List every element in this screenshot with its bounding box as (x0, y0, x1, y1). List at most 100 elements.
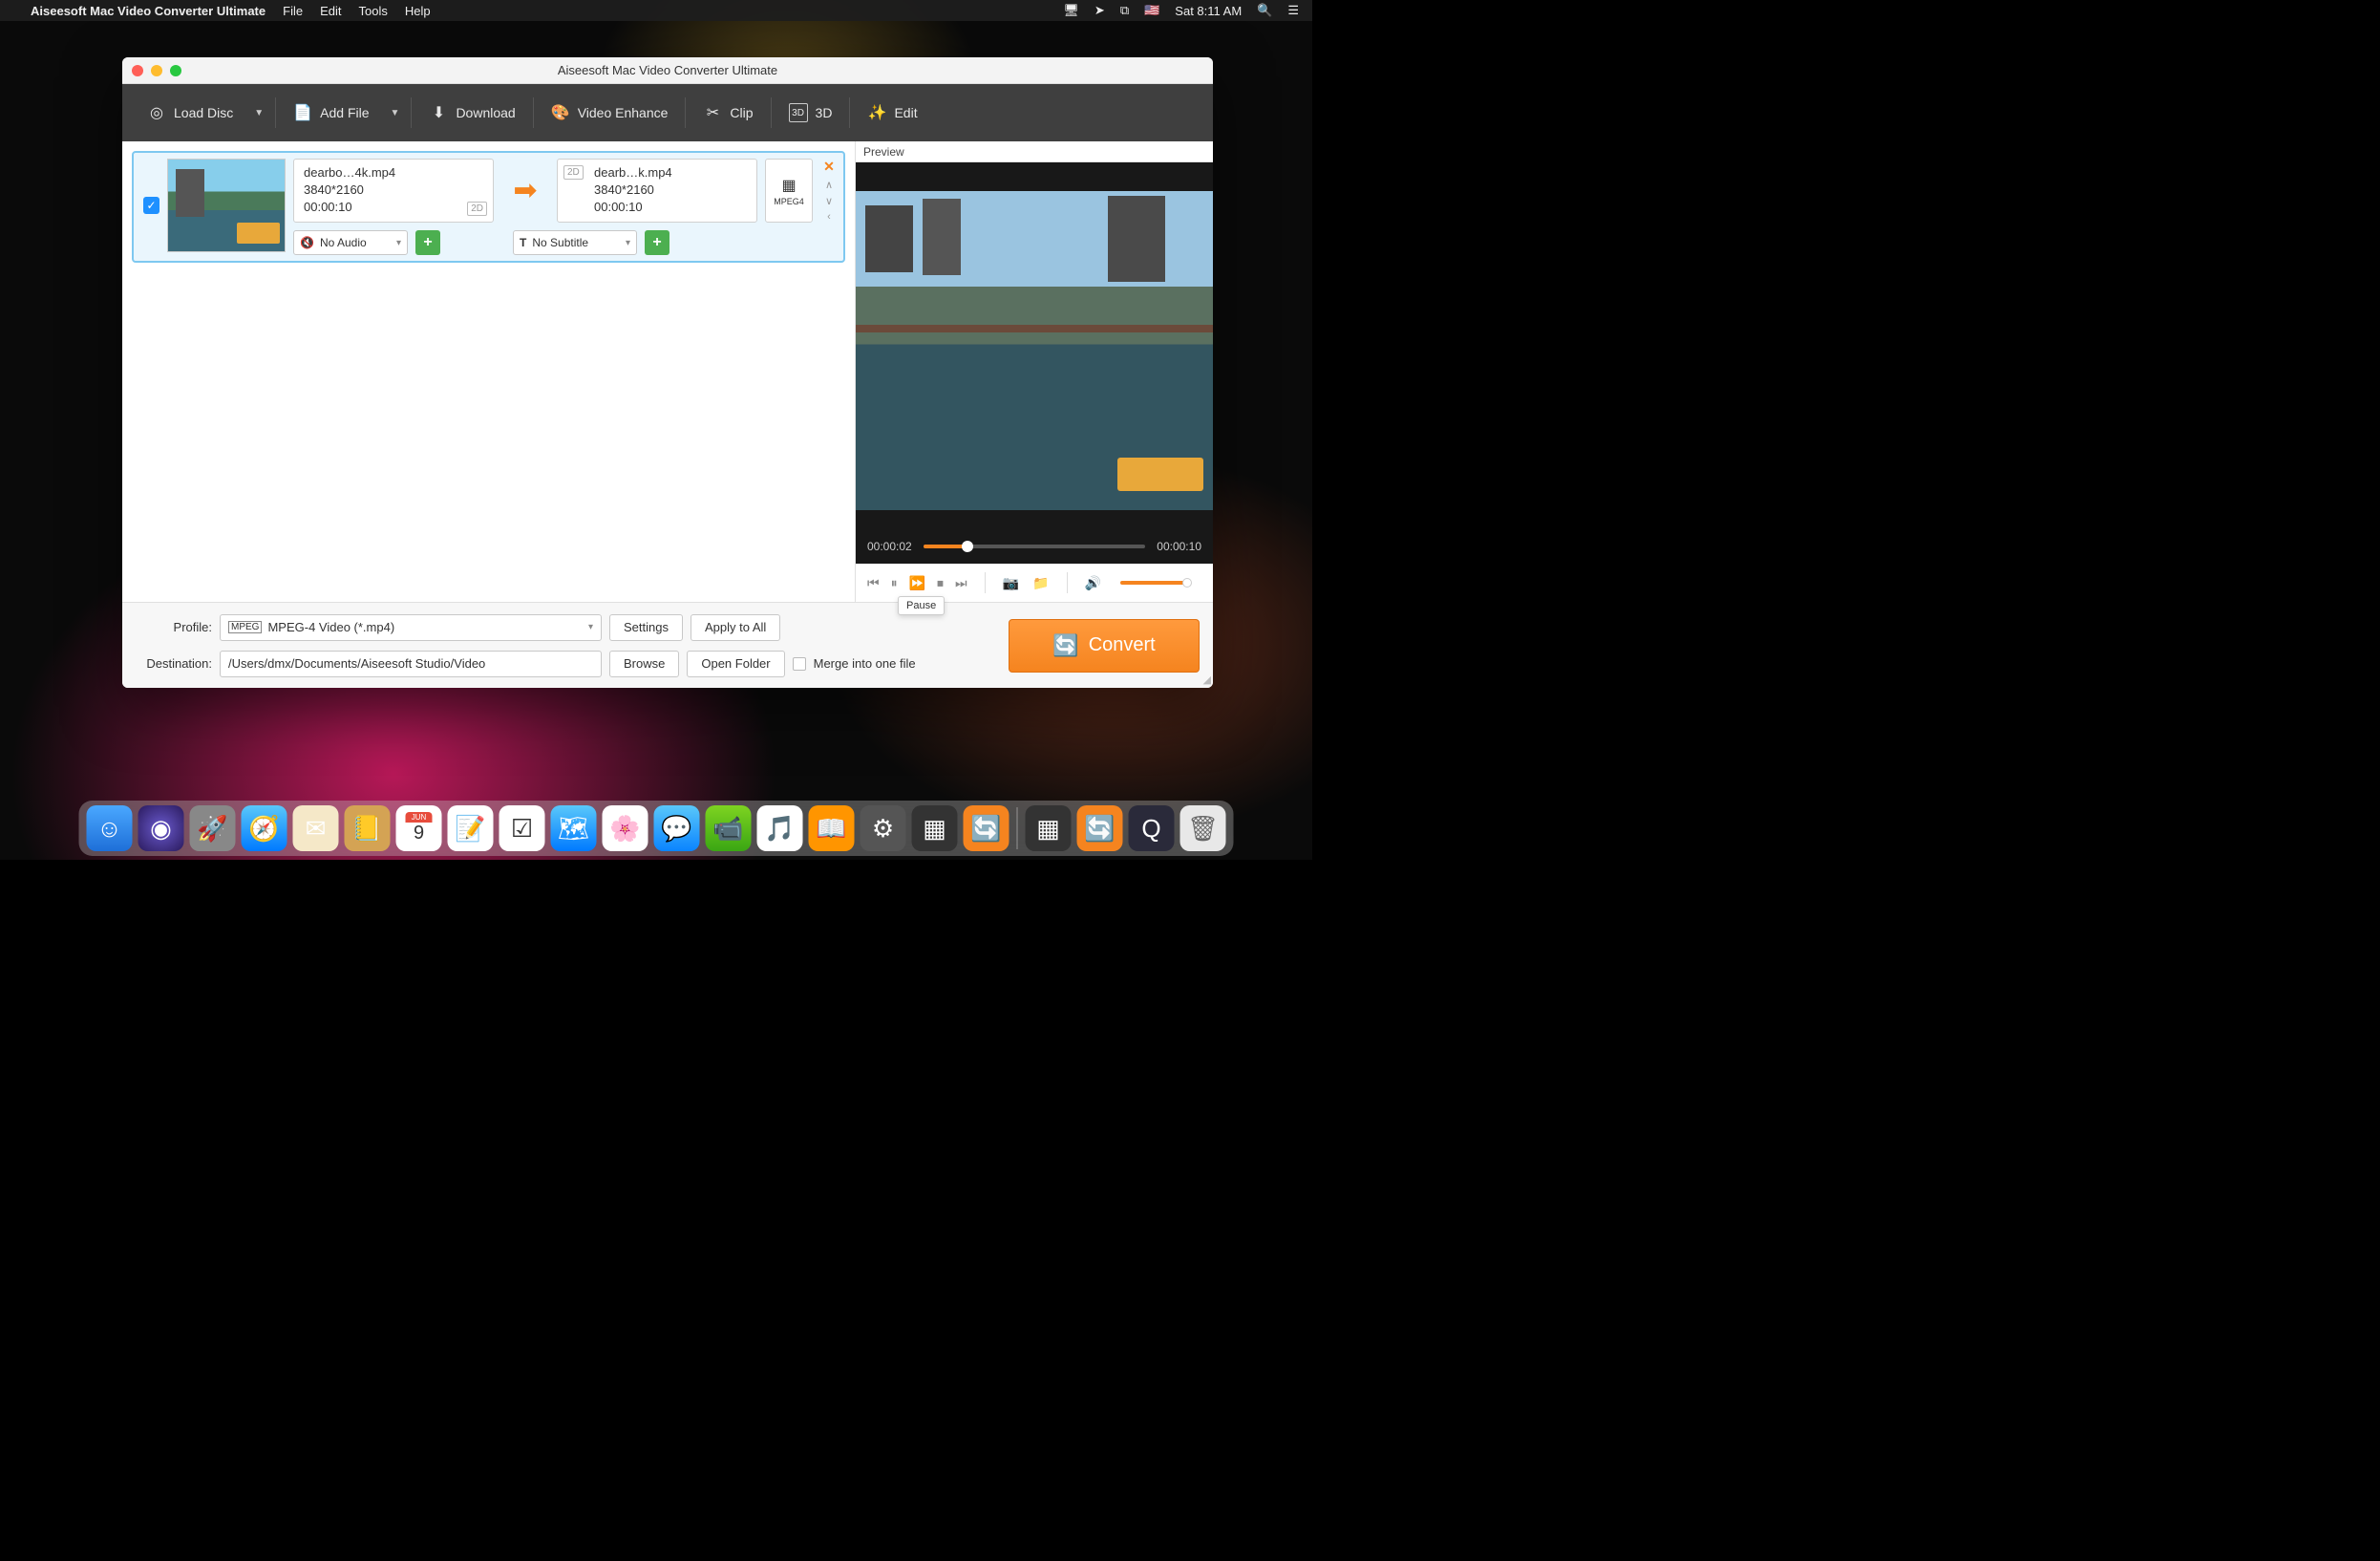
prev-button[interactable]: ⏮ (867, 575, 880, 591)
next-button[interactable]: ⏭ (955, 575, 967, 591)
source-resolution: 3840*2160 (304, 182, 483, 197)
menu-help[interactable]: Help (405, 4, 431, 18)
dock-notes[interactable]: 📝 (448, 805, 494, 851)
menu-edit[interactable]: Edit (320, 4, 341, 18)
item-checkbox[interactable]: ✓ (143, 197, 159, 214)
dock-messages[interactable]: 💬 (654, 805, 700, 851)
pause-tooltip: Pause (898, 596, 945, 615)
add-subtitle-button[interactable]: + (645, 230, 669, 255)
speaker-icon: 🔇 (300, 236, 314, 249)
window-title: Aiseesoft Mac Video Converter Ultimate (122, 63, 1213, 77)
dock-maps[interactable]: 🗺 (551, 805, 597, 851)
flag-icon[interactable]: 🇺🇸 (1144, 3, 1159, 18)
text-icon: T (520, 236, 526, 249)
profile-select[interactable]: MPEGMPEG-4 Video (*.mp4)▾ (220, 614, 602, 641)
menubar-clock[interactable]: Sat 8:11 AM (1175, 4, 1242, 18)
item-thumbnail[interactable] (167, 159, 286, 252)
separator (771, 97, 772, 128)
move-up-button[interactable]: ∧ (825, 179, 833, 191)
volume-slider[interactable] (1120, 581, 1187, 585)
total-time: 00:00:10 (1157, 540, 1201, 553)
menu-tools[interactable]: Tools (358, 4, 387, 18)
fast-forward-button[interactable]: ⏩ (909, 575, 925, 591)
dock-trash[interactable]: 🗑 (1180, 805, 1226, 851)
airplay-icon[interactable]: ⧉ (1120, 3, 1129, 18)
move-down-button[interactable]: ∨ (825, 195, 833, 207)
open-folder-button[interactable]: Open Folder (687, 651, 784, 677)
settings-button[interactable]: Settings (609, 614, 683, 641)
add-file-dropdown[interactable]: ▼ (385, 100, 406, 126)
subtitle-select[interactable]: TNo Subtitle▾ (513, 230, 637, 255)
output-2d-badge: 2D (563, 165, 584, 180)
load-disc-button[interactable]: ◎Load Disc (136, 96, 244, 130)
output-resolution: 3840*2160 (594, 182, 747, 197)
remove-item-button[interactable]: ✕ (823, 159, 835, 175)
dock-finder[interactable]: ☺ (87, 805, 133, 851)
dock-ibooks[interactable]: 📖 (809, 805, 855, 851)
chevron-down-icon: ▾ (588, 622, 593, 632)
notifications-icon[interactable]: ☰ (1287, 3, 1299, 18)
clip-button[interactable]: ✂Clip (691, 96, 764, 130)
open-snapshot-folder-button[interactable]: 📁 (1032, 575, 1049, 591)
dock-mail[interactable]: ✉ (293, 805, 339, 851)
dock-facetime[interactable]: 📹 (706, 805, 752, 851)
load-disc-dropdown[interactable]: ▼ (248, 100, 269, 126)
destination-label: Destination: (136, 656, 212, 671)
window-titlebar[interactable]: Aiseesoft Mac Video Converter Ultimate (122, 57, 1213, 84)
output-filename: dearb…k.mp4 (594, 165, 747, 180)
collapse-button[interactable]: ‹ (827, 211, 831, 223)
dock-quicktime[interactable]: Q (1129, 805, 1175, 851)
source-duration: 00:00:10 (304, 200, 483, 214)
separator (533, 97, 534, 128)
preview-video[interactable] (856, 191, 1213, 510)
merge-checkbox[interactable] (793, 657, 806, 671)
dock-calendar[interactable]: JUN9 (396, 805, 442, 851)
menu-file[interactable]: File (283, 4, 303, 18)
window-resize-handle[interactable]: ◢ (1203, 674, 1211, 686)
chevron-down-icon: ▾ (626, 238, 630, 248)
destination-input[interactable]: /Users/dmx/Documents/Aiseesoft Studio/Vi… (220, 651, 602, 677)
dock-app3[interactable]: ▦ (1026, 805, 1072, 851)
dock-itunes[interactable]: 🎵 (757, 805, 803, 851)
app-menu[interactable]: Aiseesoft Mac Video Converter Ultimate (31, 4, 266, 18)
add-audio-button[interactable]: + (415, 230, 440, 255)
snapshot-button[interactable]: 📷 (1003, 575, 1019, 591)
add-file-button[interactable]: 📄Add File (282, 96, 380, 130)
separator (275, 97, 276, 128)
dock-app2[interactable]: 🔄 (964, 805, 1009, 851)
dock-reminders[interactable]: ☑ (499, 805, 545, 851)
volume-icon[interactable]: 🔊 (1085, 575, 1101, 591)
video-enhance-button[interactable]: 🎨Video Enhance (540, 96, 680, 130)
display-icon[interactable]: 🖥 (1063, 3, 1079, 18)
download-button[interactable]: ⬇Download (417, 96, 526, 130)
browse-button[interactable]: Browse (609, 651, 679, 677)
dock-preferences[interactable]: ⚙ (861, 805, 906, 851)
edit-button[interactable]: ✨Edit (856, 96, 928, 130)
current-time: 00:00:02 (867, 540, 912, 553)
dock-safari[interactable]: 🧭 (242, 805, 287, 851)
dock-siri[interactable]: ◉ (138, 805, 184, 851)
output-duration: 00:00:10 (594, 200, 747, 214)
audio-track-select[interactable]: 🔇No Audio▾ (293, 230, 408, 255)
stop-button[interactable]: ⏹ (937, 575, 944, 591)
preview-panel: Preview 00:00:02 00:00:10 ⏮ ⏸ ⏩ ⏹ ⏭ (855, 141, 1213, 602)
file-list: ✓ dearbo…4k.mp4 3840*2160 00:00:10 2D ➡ … (122, 141, 855, 602)
format-icon[interactable]: ▦MPEG4 (765, 159, 813, 223)
source-info: dearbo…4k.mp4 3840*2160 00:00:10 2D (293, 159, 494, 223)
spotlight-icon[interactable]: 🔍 (1257, 3, 1272, 18)
preview-header: Preview (856, 141, 1213, 162)
3d-button[interactable]: 3D3D (777, 96, 844, 130)
convert-button[interactable]: 🔄Convert (1009, 619, 1200, 673)
dock-launchpad[interactable]: 🚀 (190, 805, 236, 851)
pause-button[interactable]: ⏸ (891, 575, 898, 591)
bluetooth-icon[interactable]: ➤ (1094, 3, 1105, 18)
seek-slider[interactable] (924, 545, 1146, 548)
file-item[interactable]: ✓ dearbo…4k.mp4 3840*2160 00:00:10 2D ➡ … (132, 151, 845, 263)
apply-to-all-button[interactable]: Apply to All (691, 614, 780, 641)
dock-contacts[interactable]: 📒 (345, 805, 391, 851)
output-info: 2D dearb…k.mp4 3840*2160 00:00:10 (557, 159, 757, 223)
dock-app4[interactable]: 🔄 (1077, 805, 1123, 851)
dock-photos[interactable]: 🌸 (603, 805, 648, 851)
dock-app1[interactable]: ▦ (912, 805, 958, 851)
macos-menubar: Aiseesoft Mac Video Converter Ultimate F… (0, 0, 1312, 21)
